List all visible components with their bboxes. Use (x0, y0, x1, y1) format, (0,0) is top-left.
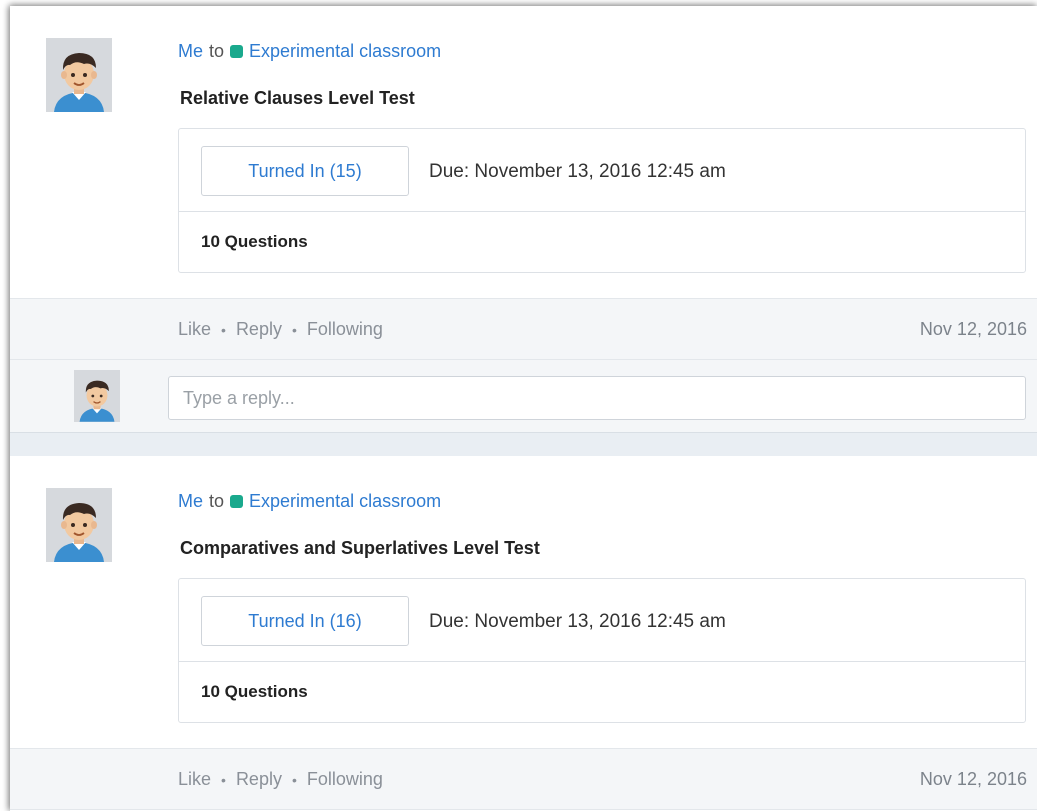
reply-link[interactable]: Reply (236, 319, 282, 340)
post-action-bar: Like • Reply • Following Nov 12, 2016 (10, 298, 1037, 360)
post-title: Relative Clauses Level Test (180, 88, 415, 108)
user-avatar[interactable] (46, 488, 112, 562)
boy-avatar-icon (46, 488, 112, 562)
assignment-card-header: Turned In (16) Due: November 13, 2016 12… (179, 579, 1025, 662)
due-date: Due: November 13, 2016 12:45 am (429, 161, 726, 182)
post-title: Comparatives and Superlatives Level Test (180, 538, 540, 558)
action-separator: • (291, 771, 297, 788)
reply-link[interactable]: Reply (236, 769, 282, 790)
reply-input[interactable] (168, 376, 1026, 420)
turned-in-button[interactable]: Turned In (15) (201, 146, 409, 196)
reply-row (10, 360, 1037, 432)
user-avatar[interactable] (46, 38, 112, 112)
question-count: 10 Questions (201, 232, 308, 251)
reply-avatar (74, 370, 120, 422)
assignment-card-header: Turned In (15) Due: November 13, 2016 12… (179, 129, 1025, 212)
action-separator: • (221, 321, 226, 338)
post-header: Me to Experimental classroom (178, 491, 441, 512)
post-date: Nov 12, 2016 (919, 769, 1027, 789)
stream-post: Me to Experimental classroom Relative Cl… (10, 6, 1037, 432)
to-label: to (209, 491, 225, 511)
boy-avatar-icon (46, 38, 112, 112)
turned-in-button[interactable]: Turned In (16) (201, 596, 409, 646)
like-link[interactable]: Like (178, 319, 211, 340)
post-actions: Like • Reply • Following (178, 319, 383, 340)
stream-post: Me to Experimental classroom Comparative… (10, 456, 1037, 811)
following-link[interactable]: Following (307, 769, 383, 790)
action-separator: • (291, 321, 297, 338)
post-divider (10, 432, 1037, 456)
boy-avatar-icon (74, 370, 120, 422)
post-header: Me to Experimental classroom (178, 41, 441, 62)
stream-frame: Me to Experimental classroom Relative Cl… (10, 6, 1037, 811)
post-actions: Like • Reply • Following (178, 769, 383, 790)
action-separator: • (221, 771, 226, 788)
classroom-color-icon (230, 495, 244, 508)
classroom-link[interactable]: Experimental classroom (249, 41, 441, 62)
to-label: to (209, 41, 225, 61)
sender-link[interactable]: Me (178, 41, 203, 62)
post-action-bar: Like • Reply • Following Nov 12, 2016 (10, 748, 1037, 810)
classroom-color-icon (230, 45, 244, 58)
assignment-card: Turned In (15) Due: November 13, 2016 12… (178, 128, 1026, 273)
following-link[interactable]: Following (307, 319, 383, 340)
like-link[interactable]: Like (178, 769, 211, 790)
classroom-link[interactable]: Experimental classroom (249, 491, 441, 512)
sender-link[interactable]: Me (178, 491, 203, 512)
question-count: 10 Questions (201, 682, 308, 701)
assignment-card: Turned In (16) Due: November 13, 2016 12… (178, 578, 1026, 723)
due-date: Due: November 13, 2016 12:45 am (429, 611, 726, 632)
post-date: Nov 12, 2016 (919, 319, 1027, 339)
